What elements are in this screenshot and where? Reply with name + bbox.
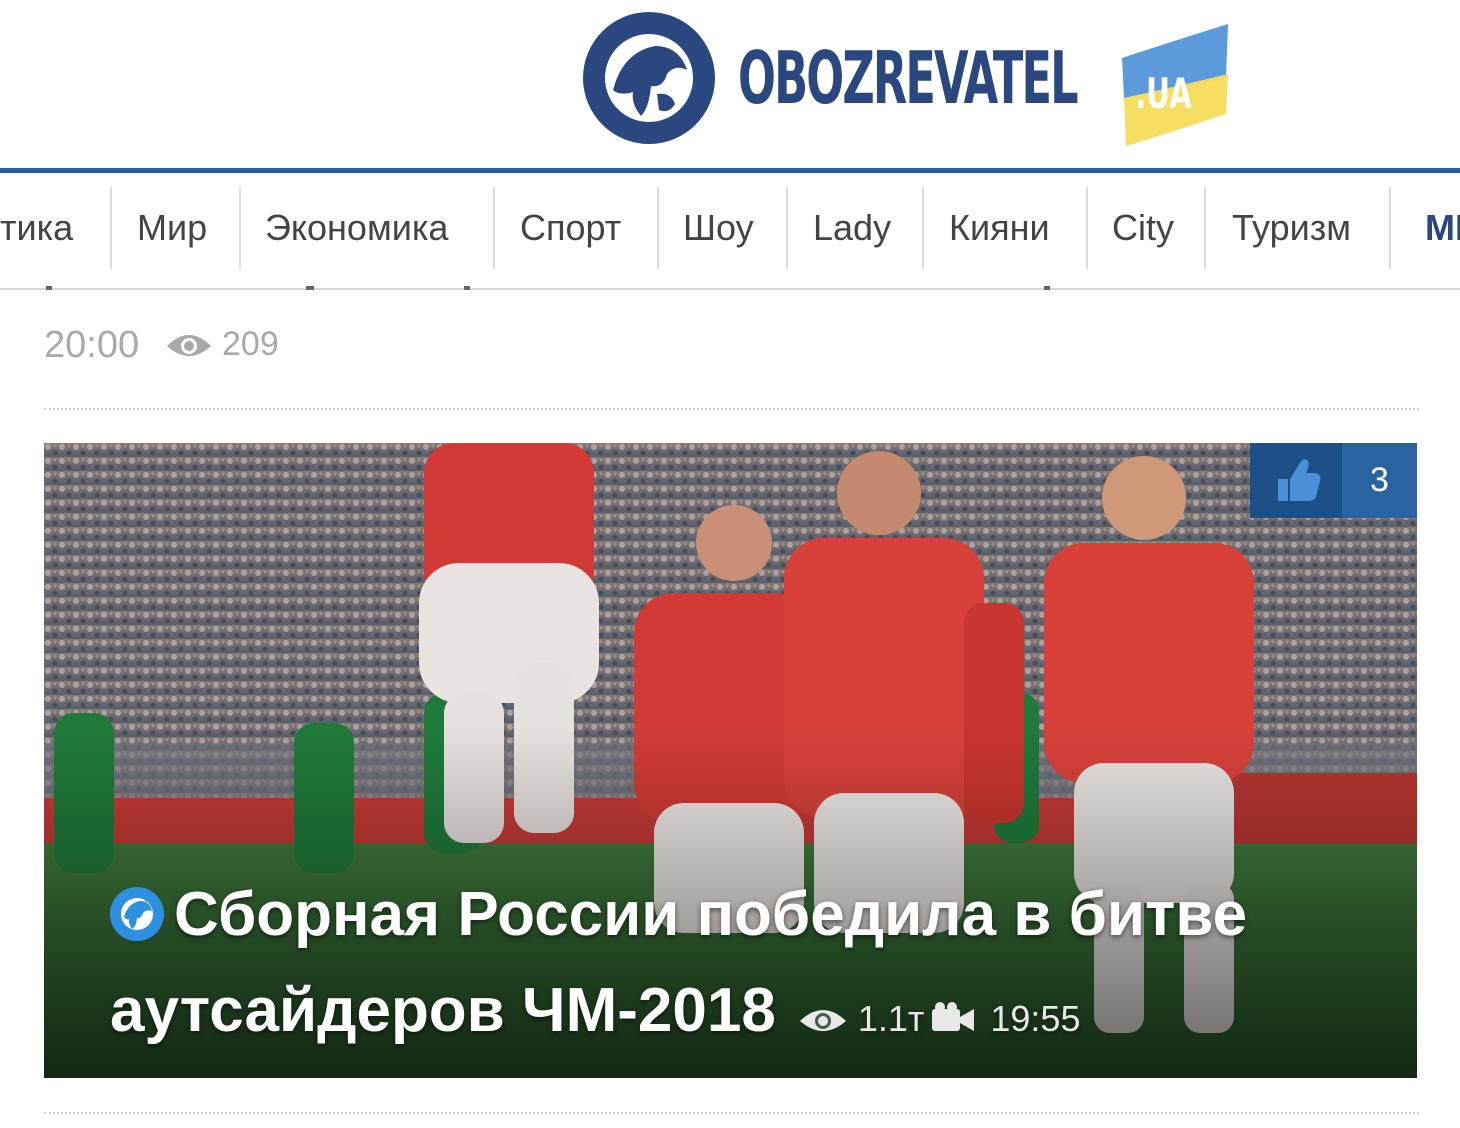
- nav-separator: [110, 187, 112, 269]
- featured-article-time: 19:55: [990, 998, 1081, 1039]
- nav-item-lady[interactable]: Lady: [813, 187, 891, 269]
- nav-item-tourism[interactable]: Туризм: [1232, 187, 1351, 269]
- featured-article-card[interactable]: 3 Сборная России победила в битве аутсай…: [44, 443, 1417, 1078]
- eye-icon: [167, 335, 211, 356]
- article-divider: [44, 1112, 1419, 1114]
- like-button[interactable]: 3: [1250, 443, 1417, 518]
- logo-domain-suffix: .UA: [1135, 69, 1192, 118]
- nav-separator: [1204, 187, 1206, 269]
- nav-item-world[interactable]: Мир: [137, 187, 207, 269]
- main-nav: тика Мир Экономика Спорт Шоу Lady Кияни …: [0, 173, 1460, 290]
- nav-separator: [493, 187, 495, 269]
- truncated-previous-title: [44, 286, 1424, 294]
- nav-separator: [239, 187, 241, 269]
- globe-icon: [110, 887, 164, 941]
- globe-logo-icon: [583, 12, 715, 144]
- nav-item-city[interactable]: City: [1112, 187, 1174, 269]
- like-icon-area: [1250, 443, 1342, 518]
- video-camera-icon: [932, 1002, 975, 1031]
- nav-item-show[interactable]: Шоу: [683, 187, 754, 269]
- featured-article-views: 1.1т: [857, 998, 925, 1039]
- featured-article-title[interactable]: Сборная России победила в битве аутсайде…: [110, 867, 1390, 1067]
- eye-icon: [799, 1010, 846, 1031]
- site-header: OBOZREVATEL .UA: [0, 0, 1460, 170]
- logo-wordmark: OBOZREVATEL: [738, 36, 1079, 120]
- nav-item-kyiv[interactable]: Кияни: [949, 187, 1050, 269]
- nav-item-politics[interactable]: тика: [0, 187, 73, 269]
- nav-separator: [786, 187, 788, 269]
- thumbs-up-icon: [1278, 459, 1321, 501]
- like-count: 3: [1342, 443, 1417, 518]
- nav-item-more[interactable]: МІ: [1425, 187, 1460, 269]
- nav-separator: [1086, 187, 1088, 269]
- nav-separator: [1389, 187, 1391, 269]
- nav-item-economy[interactable]: Экономика: [265, 187, 448, 269]
- previous-article-views: 209: [222, 325, 279, 363]
- previous-article-time: 20:00: [44, 324, 140, 366]
- featured-article-meta: 1.1т 19:55: [798, 998, 1081, 1039]
- nav-separator: [657, 187, 659, 269]
- nav-item-sport[interactable]: Спорт: [520, 187, 621, 269]
- article-divider: [44, 408, 1419, 410]
- nav-separator: [922, 187, 924, 269]
